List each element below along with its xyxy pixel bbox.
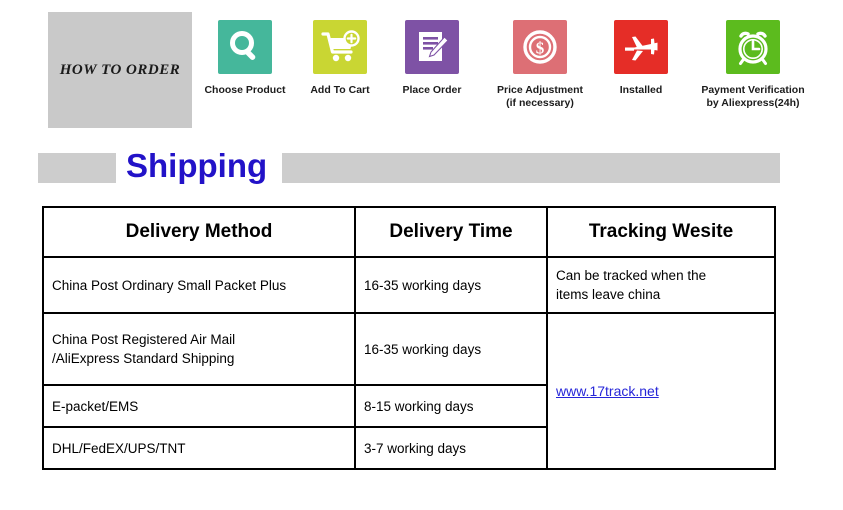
how-to-order-section: HOW TO ORDER Choose Product Add To Cart …: [0, 0, 843, 140]
decorative-bar-left: [38, 153, 116, 183]
cell-delivery-time: 16-35 working days: [354, 312, 548, 386]
shopping-cart-plus-icon: [313, 20, 367, 74]
shipping-table: Delivery Method Delivery Time Tracking W…: [42, 206, 776, 470]
document-pen-icon: [405, 20, 459, 74]
decorative-bar-right: [282, 153, 780, 183]
cell-tracking-note: Can be tracked when the items leave chin…: [546, 256, 776, 314]
tracking-website-link[interactable]: www.17track.net: [556, 382, 659, 401]
how-to-order-badge: HOW TO ORDER: [48, 12, 192, 128]
step-payment-verification: Payment Verification by Aliexpress(24h): [680, 20, 826, 110]
cell-delivery-method: E-packet/EMS: [42, 384, 356, 428]
step-price-adjustment: $ Price Adjustment (if necessary): [478, 20, 602, 110]
svg-text:$: $: [536, 39, 545, 58]
table-header-row: Delivery Method Delivery Time Tracking W…: [42, 206, 776, 258]
step-label: Add To Cart: [310, 84, 370, 96]
column-header-tracking-website: Tracking Wesite: [546, 206, 776, 258]
cell-delivery-time: 16-35 working days: [354, 256, 548, 314]
shipping-section-title: Shipping: [126, 147, 268, 184]
search-icon: [218, 20, 272, 74]
airplane-icon: [614, 20, 668, 74]
how-to-order-label: HOW TO ORDER: [59, 61, 181, 78]
step-place-order: Place Order: [386, 20, 478, 97]
step-add-to-cart: Add To Cart: [294, 20, 386, 97]
cell-delivery-time: 8-15 working days: [354, 384, 548, 428]
step-label: Choose Product: [204, 84, 286, 96]
cell-tracking-link: www.17track.net: [546, 312, 776, 470]
cell-delivery-method: China Post Ordinary Small Packet Plus: [42, 256, 356, 314]
table-row: China Post Ordinary Small Packet Plus 16…: [42, 256, 776, 314]
table-row: China Post Registered Air Mail /AliExpre…: [42, 312, 776, 470]
step-installed: Installed: [602, 20, 680, 97]
cell-delivery-method: China Post Registered Air Mail /AliExpre…: [42, 312, 356, 386]
step-label: Payment Verification by Aliexpress(24h): [701, 84, 805, 109]
shipping-table-container: Delivery Method Delivery Time Tracking W…: [42, 206, 776, 470]
cell-delivery-method: DHL/FedEX/UPS/TNT: [42, 426, 356, 470]
column-header-delivery-method: Delivery Method: [42, 206, 356, 258]
step-label: Installed: [619, 84, 663, 96]
shipping-title-row: Shipping: [0, 144, 843, 190]
step-choose-product: Choose Product: [196, 20, 294, 97]
cell-delivery-time: 3-7 working days: [354, 426, 548, 470]
dollar-coin-icon: $: [513, 20, 567, 74]
step-label: Price Adjustment (if necessary): [497, 84, 583, 109]
step-label: Place Order: [402, 84, 462, 96]
column-header-delivery-time: Delivery Time: [354, 206, 548, 258]
order-steps-row: Choose Product Add To Cart Place Order $…: [196, 20, 836, 110]
alarm-clock-icon: [726, 20, 780, 74]
